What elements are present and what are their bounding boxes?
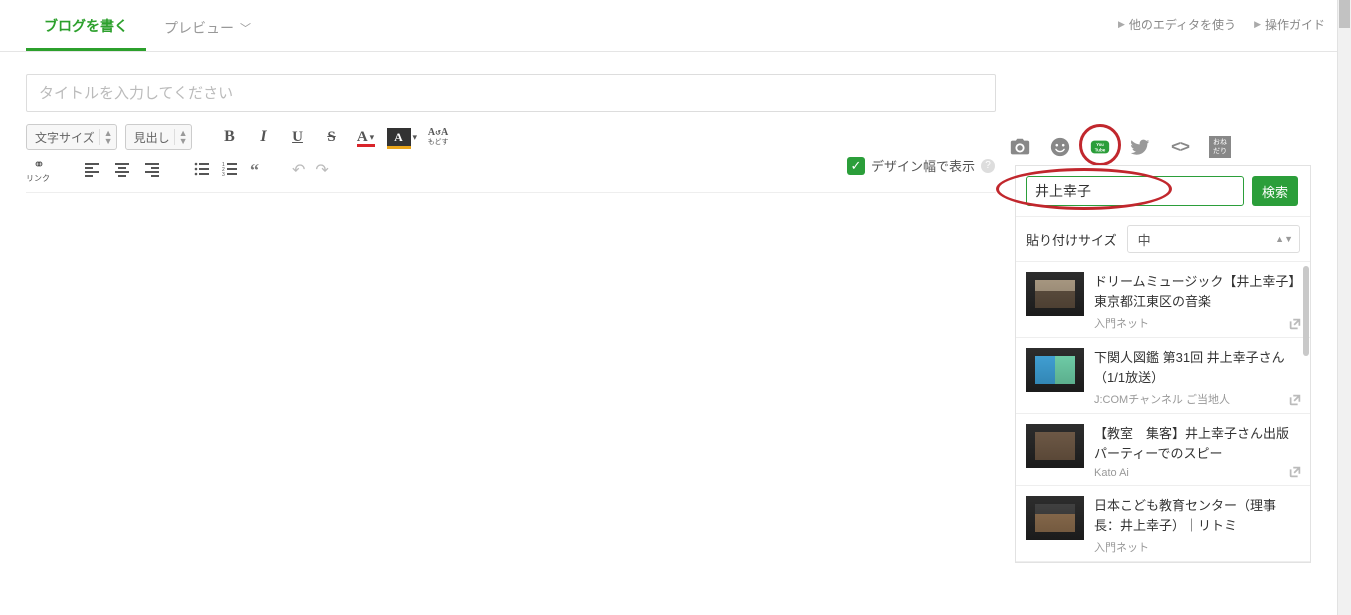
tab-preview-label: プレビュー	[164, 18, 234, 38]
editor-content-area[interactable]	[26, 192, 996, 572]
link-operation-guide[interactable]: ▶ 操作ガイド	[1254, 16, 1325, 33]
heading-label: 見出し	[134, 129, 170, 146]
separator	[275, 159, 276, 181]
strikethrough-button[interactable]: S	[319, 124, 345, 150]
camera-icon[interactable]	[1009, 136, 1031, 158]
bullet-list-button[interactable]	[194, 161, 210, 180]
text-color-button[interactable]: A ▾	[353, 124, 379, 150]
separator	[204, 126, 205, 148]
undo-button[interactable]: ↶	[292, 160, 305, 180]
link-icon: ⚭	[33, 156, 43, 173]
emoji-icon[interactable]	[1049, 136, 1071, 158]
youtube-result-item[interactable]: ドリームミュージック【井上幸子】東京都江東区の音楽 入門ネット	[1016, 262, 1310, 338]
youtube-result-item[interactable]: 下関人図鑑 第31回 井上幸子さん（1/1放送） J:COMチャンネル ご当地人	[1016, 338, 1310, 414]
video-channel: 入門ネット	[1094, 539, 1300, 555]
updown-icon: ▲▼	[99, 129, 113, 145]
open-external-icon[interactable]	[1288, 317, 1302, 331]
onedari-icon[interactable]: おね だり	[1209, 136, 1231, 158]
separator	[66, 159, 67, 181]
separator	[177, 159, 178, 181]
results-scrollbar[interactable]	[1302, 266, 1310, 562]
video-thumbnail	[1026, 348, 1084, 392]
svg-text:Tube: Tube	[1095, 148, 1106, 153]
underline-button[interactable]: U	[285, 124, 311, 150]
triangle-right-icon: ▶	[1254, 19, 1261, 30]
svg-text:You: You	[1096, 142, 1104, 147]
italic-button[interactable]: I	[251, 124, 277, 150]
video-thumbnail	[1026, 424, 1084, 468]
paste-size-label: 貼り付けサイズ	[1026, 230, 1117, 249]
youtube-result-item[interactable]: 日本こども教育センター（理事長：井上幸子）｜リトミ 入門ネット	[1016, 486, 1310, 562]
triangle-right-icon: ▶	[1118, 19, 1125, 30]
video-title: 下関人図鑑 第31回 井上幸子さん（1/1放送）	[1094, 348, 1300, 387]
paste-size-row: 貼り付けサイズ 中 ▲▼	[1016, 217, 1310, 262]
font-size-select[interactable]: 文字サイズ ▲▼	[26, 124, 117, 150]
post-title-input[interactable]	[26, 74, 996, 112]
page-scrollbar[interactable]	[1337, 0, 1351, 615]
redo-button[interactable]: ↷	[315, 160, 328, 180]
align-right-button[interactable]	[143, 161, 161, 179]
open-external-icon[interactable]	[1288, 393, 1302, 407]
open-external-icon[interactable]	[1288, 465, 1302, 479]
display-width-label: デザイン幅で表示	[871, 156, 975, 175]
heading-select[interactable]: 見出し ▲▼	[125, 124, 192, 150]
link-button[interactable]: ⚭ リンク	[26, 156, 50, 184]
twitter-icon[interactable]	[1129, 136, 1151, 158]
youtube-search-panel: 検索 貼り付けサイズ 中 ▲▼ ドリームミュージック【井上幸子】東京都江東区の音…	[1015, 165, 1311, 563]
tab-write-label: ブログを書く	[44, 16, 128, 36]
title-row	[0, 52, 1351, 124]
video-title: 日本こども教育センター（理事長：井上幸子）｜リトミ	[1094, 496, 1300, 535]
editor-tabs: ブログを書く プレビュー ﹀ ▶ 他のエディタを使う ▶ 操作ガイド	[0, 0, 1351, 52]
numbered-list-button[interactable]: 123	[222, 161, 238, 180]
paste-size-select[interactable]: 中 ▲▼	[1127, 225, 1300, 253]
align-left-button[interactable]	[83, 161, 101, 179]
link-other-editor-label: 他のエディタを使う	[1129, 16, 1236, 33]
checkbox-checked-icon: ✓	[847, 157, 865, 175]
youtube-search-button[interactable]: 検索	[1252, 176, 1298, 206]
video-channel: Kato Ai	[1094, 467, 1300, 479]
font-size-label: 文字サイズ	[35, 129, 95, 146]
search-row: 検索	[1016, 166, 1310, 217]
chevron-down-icon: ﹀	[240, 20, 251, 36]
link-button-label: リンク	[26, 173, 50, 184]
updown-icon: ▲▼	[1275, 235, 1293, 243]
insert-media-toolbar: YouTube <> おね だり	[1009, 136, 1231, 158]
video-thumbnail	[1026, 272, 1084, 316]
video-title: ドリームミュージック【井上幸子】東京都江東区の音楽	[1094, 272, 1300, 311]
video-title: 【教室 集客】井上幸子さん出版パーティーでのスピー	[1094, 424, 1300, 463]
youtube-icon[interactable]: YouTube	[1089, 136, 1111, 158]
paste-size-value: 中	[1138, 230, 1151, 249]
align-center-button[interactable]	[113, 161, 131, 179]
video-channel: J:COMチャンネル ご当地人	[1094, 391, 1300, 407]
bold-button[interactable]: B	[217, 124, 243, 150]
link-other-editor[interactable]: ▶ 他のエディタを使う	[1118, 16, 1236, 33]
display-width-toggle[interactable]: ✓ デザイン幅で表示 ?	[847, 156, 995, 175]
video-channel: 入門ネット	[1094, 315, 1300, 331]
youtube-search-input[interactable]	[1026, 176, 1244, 206]
updown-icon: ▲▼	[174, 129, 188, 145]
clear-format-button[interactable]: A↺Aもどす	[425, 124, 451, 150]
tab-write[interactable]: ブログを書く	[26, 8, 146, 51]
youtube-result-item[interactable]: 【教室 集客】井上幸子さん出版パーティーでのスピー Kato Ai	[1016, 414, 1310, 486]
link-guide-label: 操作ガイド	[1265, 16, 1325, 33]
svg-text:3: 3	[222, 172, 225, 177]
tab-preview[interactable]: プレビュー ﹀	[146, 10, 269, 50]
bg-color-button[interactable]: A ▾	[387, 124, 418, 150]
clear-format-label: もどす	[428, 138, 449, 147]
embed-code-icon[interactable]: <>	[1169, 136, 1191, 158]
youtube-results-list: ドリームミュージック【井上幸子】東京都江東区の音楽 入門ネット 下関人図鑑 第3…	[1016, 262, 1310, 562]
top-right-links: ▶ 他のエディタを使う ▶ 操作ガイド	[1118, 16, 1325, 43]
help-icon[interactable]: ?	[981, 159, 995, 173]
video-thumbnail	[1026, 496, 1084, 540]
onedari-label: おね だり	[1213, 138, 1227, 156]
blockquote-button[interactable]: “	[250, 160, 259, 181]
